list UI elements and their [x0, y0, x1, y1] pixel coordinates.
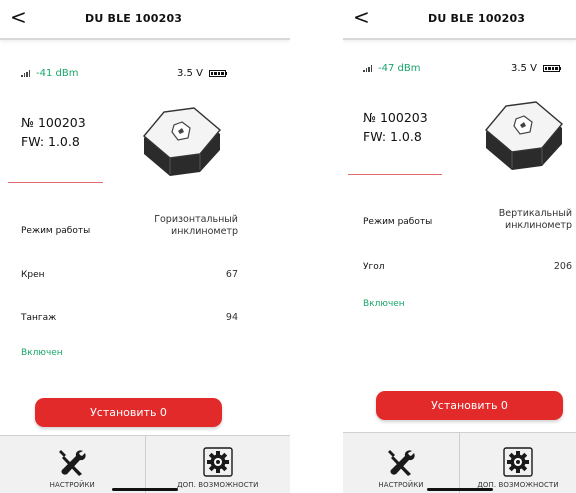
- back-arrow-icon[interactable]: <: [10, 7, 27, 27]
- serial-number: № 100203: [363, 110, 428, 125]
- signal-icon: [363, 65, 372, 72]
- wrench-screwdriver-icon: [388, 450, 415, 476]
- device-info: № 100203 FW: 1.0.8: [363, 108, 428, 146]
- page-title: DU BLE 100203: [428, 12, 526, 25]
- home-indicator: [427, 488, 493, 491]
- mode-label: Режим работы: [363, 217, 433, 227]
- tab-settings[interactable]: НАСТРОЙКИ: [0, 436, 145, 493]
- device-image: [485, 101, 563, 170]
- status-text: Включен: [21, 348, 63, 358]
- pitch-value: 94: [225, 312, 238, 323]
- voltage-indicator: 3.5 V: [511, 63, 562, 74]
- mode-value: Горизонтальный инклинометр: [154, 214, 238, 237]
- back-arrow-icon[interactable]: <: [353, 7, 370, 27]
- roll-label: Крен: [21, 270, 45, 280]
- signal-strength: -47 dBm: [378, 63, 421, 74]
- home-indicator: [112, 488, 178, 491]
- signal-strength: -41 dBm: [36, 68, 79, 79]
- device-info: № 100203 FW: 1.0.8: [21, 113, 86, 151]
- phone-screen-vertical: < DU BLE 100203 -47 dBm 3.5 V № 100203 F…: [343, 0, 576, 493]
- battery-icon: [542, 65, 562, 72]
- tab-extra-features[interactable]: ДОП. ВОЗМОЖНОСТИ: [459, 433, 576, 493]
- voltage-indicator: 3.5 V: [177, 68, 228, 79]
- tab-settings-label: НАСТРОЙКИ: [378, 481, 424, 489]
- pitch-label: Тангаж: [21, 313, 57, 323]
- tab-bar: НАСТРОЙКИ ДОП. ВОЗМОЖНОСТИ: [0, 435, 290, 493]
- wrench-screwdriver-icon: [59, 450, 86, 476]
- voltage-value: 3.5 V: [177, 68, 203, 79]
- battery-icon: [208, 70, 228, 77]
- tab-extra-features-label: ДОП. ВОЗМОЖНОСТИ: [177, 481, 259, 489]
- tab-extra-features[interactable]: ДОП. ВОЗМОЖНОСТИ: [144, 436, 291, 493]
- signal-indicator: -41 dBm: [21, 68, 78, 79]
- section-divider: [8, 182, 103, 183]
- tab-settings-label: НАСТРОЙКИ: [49, 481, 95, 489]
- mode-label: Режим работы: [21, 226, 91, 236]
- roll-value: 67: [225, 269, 238, 280]
- signal-indicator: -47 dBm: [363, 63, 420, 74]
- set-zero-button[interactable]: Установить 0: [376, 391, 563, 420]
- phone-screen-horizontal: < DU BLE 100203 -41 dBm 3.5 V № 100203 F…: [0, 0, 290, 493]
- header-bar: < DU BLE 100203: [0, 0, 290, 40]
- tab-settings[interactable]: НАСТРОЙКИ: [343, 433, 459, 493]
- signal-icon: [21, 70, 30, 77]
- device-image: [143, 107, 221, 176]
- voltage-value: 3.5 V: [511, 63, 537, 74]
- header-bar: < DU BLE 100203: [343, 0, 576, 40]
- tab-bar: НАСТРОЙКИ ДОП. ВОЗМОЖНОСТИ: [343, 432, 576, 493]
- status-text: Включен: [363, 299, 405, 309]
- gear-icon: [503, 447, 533, 477]
- firmware-version: FW: 1.0.8: [363, 129, 422, 144]
- serial-number: № 100203: [21, 115, 86, 130]
- set-zero-button[interactable]: Установить 0: [35, 398, 222, 427]
- gear-icon: [203, 447, 233, 477]
- firmware-version: FW: 1.0.8: [21, 134, 80, 149]
- angle-label: Угол: [363, 262, 385, 272]
- page-title: DU BLE 100203: [85, 12, 183, 25]
- angle-value: 206: [553, 261, 572, 272]
- section-divider: [348, 174, 442, 175]
- mode-value: Вертикальный инклинометр: [498, 208, 572, 231]
